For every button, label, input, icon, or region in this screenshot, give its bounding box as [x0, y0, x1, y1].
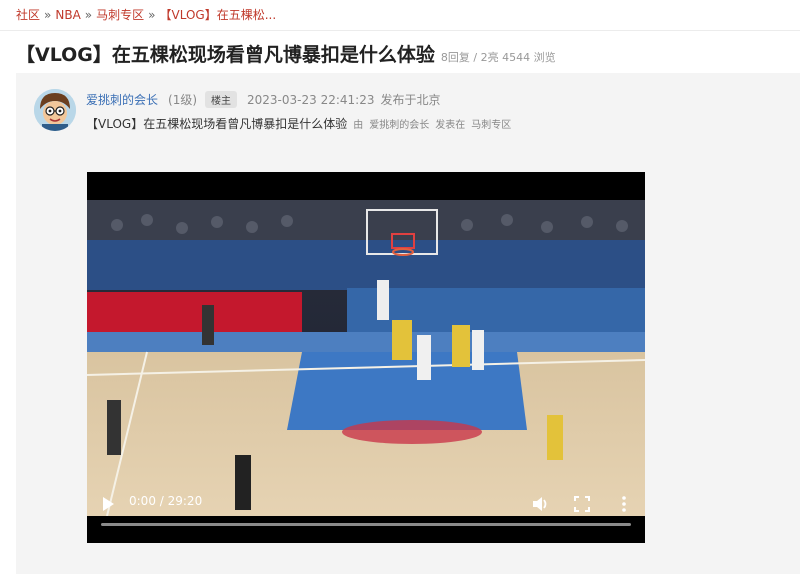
- video-player[interactable]: 0:00 / 29:20: [87, 172, 645, 543]
- breadcrumb-current-thread[interactable]: 【VLOG】在五棵松...: [159, 8, 276, 22]
- post-body-title: 【VLOG】在五棵松现场看曾凡博暴扣是什么体验: [86, 117, 348, 131]
- post-origin: 由爱挑刺的会长 发表在 马刺专区: [353, 120, 511, 131]
- thread-stats: 8回复 / 2亮 4544 浏览: [440, 51, 556, 64]
- origin-forum[interactable]: 马刺专区: [471, 120, 511, 131]
- seek-bar[interactable]: [101, 523, 631, 526]
- author-level: (1级): [168, 93, 198, 107]
- more-options-icon[interactable]: [614, 494, 634, 514]
- origin-author[interactable]: 爱挑刺的会长: [369, 120, 429, 131]
- post-card: 爱挑刺的会长 (1级) 楼主 2023-03-23 22:41:23 发布于北京 【VL…: [16, 73, 800, 574]
- breadcrumb-nba[interactable]: NBA: [55, 8, 80, 22]
- play-icon[interactable]: [101, 496, 115, 512]
- breadcrumb-separator: »: [84, 8, 93, 22]
- posted-in-label: 发表在: [435, 120, 466, 131]
- thread-title: 【VLOG】在五棵松现场看曾凡博暴扣是什么体验: [16, 44, 435, 66]
- fullscreen-icon[interactable]: [572, 494, 592, 514]
- breadcrumb-separator: »: [44, 8, 52, 22]
- breadcrumb-community[interactable]: 社区: [16, 8, 40, 22]
- post-location: 发布于北京: [380, 93, 441, 107]
- video-frame[interactable]: [87, 200, 645, 516]
- video-controls: 0:00 / 29:20: [87, 490, 645, 543]
- thread-header: 【VLOG】在五棵松现场看曾凡博暴扣是什么体验 8回复 / 2亮 4544 浏览: [16, 40, 556, 67]
- post-subtitle: 【VLOG】在五棵松现场看曾凡博暴扣是什么体验由爱挑刺的会长 发表在 马刺专区: [86, 115, 511, 132]
- post-timestamp: 2023-03-23 22:41:23: [247, 93, 375, 107]
- basketball-game-frame: [87, 200, 645, 516]
- avatar-cartoon-icon: [34, 89, 76, 131]
- breadcrumb-spurs-zone[interactable]: 马刺专区: [96, 8, 144, 22]
- volume-icon[interactable]: [530, 494, 550, 514]
- by-prefix: 由: [353, 120, 364, 131]
- op-badge: 楼主: [205, 91, 238, 108]
- breadcrumb: 社区» NBA» 马刺专区» 【VLOG】在五棵松...: [16, 6, 276, 24]
- avatar[interactable]: [34, 89, 76, 131]
- author-name[interactable]: 爱挑刺的会长: [86, 93, 158, 107]
- post-meta: 爱挑刺的会长 (1级) 楼主 2023-03-23 22:41:23 发布于北京: [86, 91, 440, 108]
- header-divider: [0, 30, 800, 31]
- breadcrumb-separator: »: [148, 8, 156, 22]
- video-timecode: 0:00 / 29:20: [129, 494, 203, 508]
